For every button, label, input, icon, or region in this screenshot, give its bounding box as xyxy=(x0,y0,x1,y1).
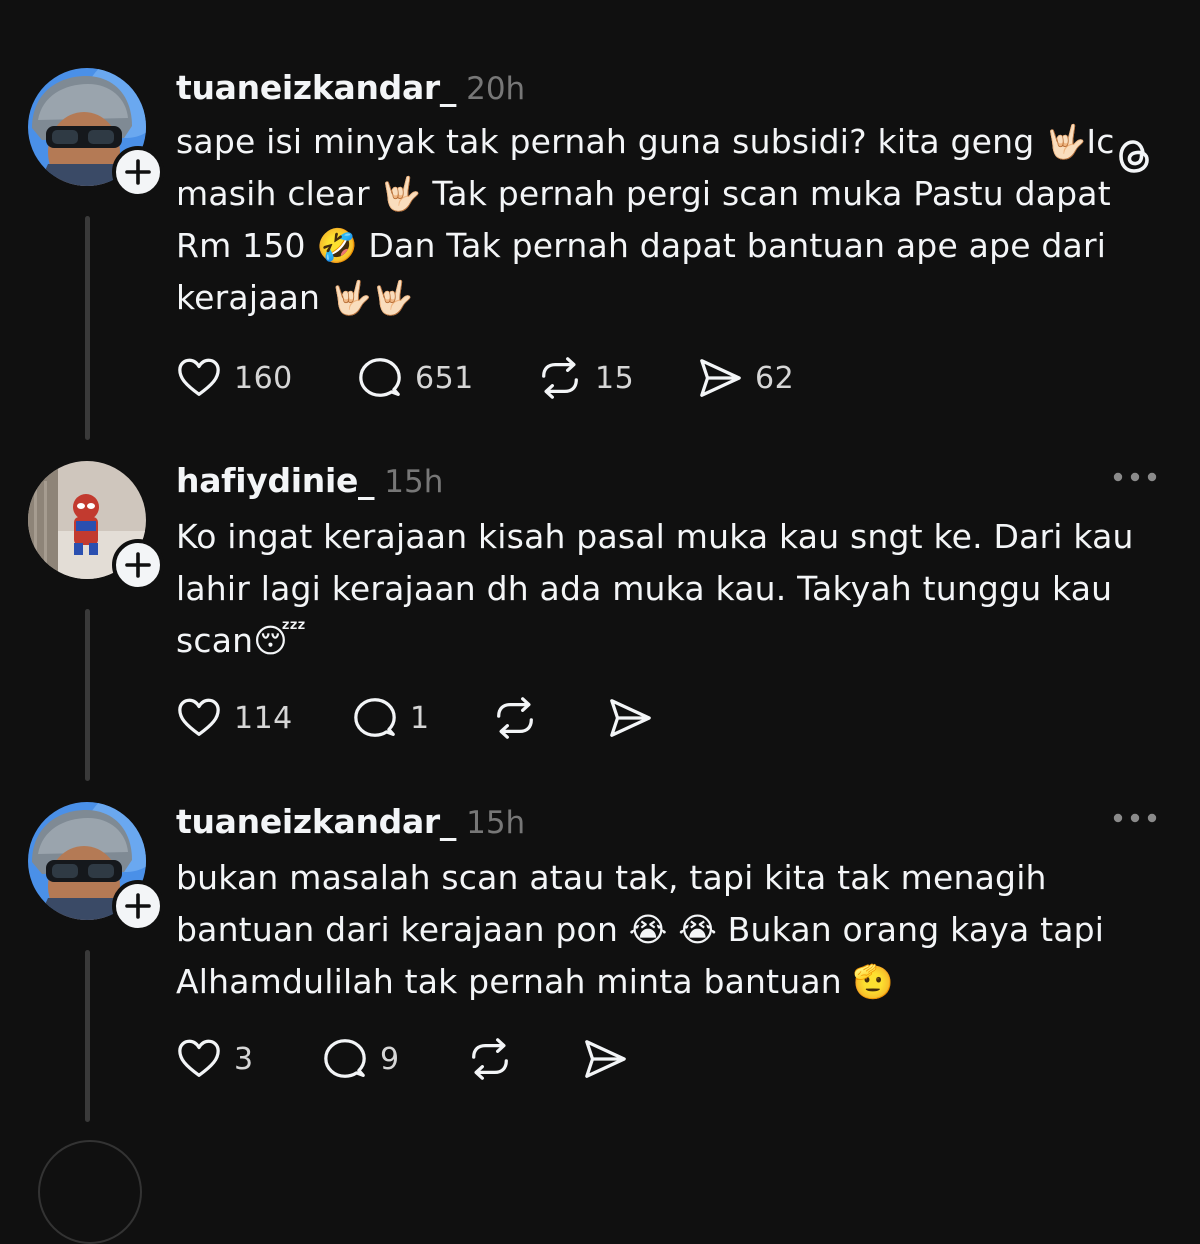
thread-connector-line xyxy=(85,609,90,781)
timestamp: 15h xyxy=(466,805,526,841)
repost-button[interactable]: 15 xyxy=(537,355,634,401)
follow-plus-button[interactable] xyxy=(112,539,164,591)
heart-icon xyxy=(176,695,222,741)
post-header: hafiydinie_ 15h xyxy=(176,461,443,501)
like-button[interactable]: 3 xyxy=(176,1036,254,1082)
post-header: tuaneizkandar_ 20h xyxy=(176,68,525,108)
repost-icon xyxy=(537,355,583,401)
share-count: 62 xyxy=(755,360,795,396)
username[interactable]: tuaneizkandar_ xyxy=(176,68,456,107)
share-button[interactable] xyxy=(582,1036,628,1082)
share-send-icon xyxy=(607,695,653,741)
more-options-icon[interactable] xyxy=(1112,812,1158,824)
plus-icon xyxy=(118,545,158,585)
thread-connector-line xyxy=(85,216,90,440)
reply-bubble-icon xyxy=(322,1036,368,1082)
reply-count: 9 xyxy=(380,1041,400,1077)
plus-icon xyxy=(118,886,158,926)
reply-count: 651 xyxy=(415,360,474,396)
heart-icon xyxy=(176,1036,222,1082)
avatar[interactable] xyxy=(28,68,164,198)
avatar[interactable] xyxy=(28,461,164,591)
reply-bubble-icon xyxy=(357,355,403,401)
more-options-icon[interactable] xyxy=(1112,471,1158,483)
reply-button[interactable]: 9 xyxy=(322,1036,400,1082)
reply-button[interactable]: 651 xyxy=(357,355,474,401)
share-send-icon xyxy=(697,355,743,401)
post-header: tuaneizkandar_ 15h xyxy=(176,802,525,842)
reply-button[interactable]: 1 xyxy=(352,695,430,741)
follow-plus-button[interactable] xyxy=(112,146,164,198)
like-button[interactable]: 160 xyxy=(176,355,293,401)
reply-bubble-icon xyxy=(352,695,398,741)
share-send-icon xyxy=(582,1036,628,1082)
post-text: Ko ingat kerajaan kisah pasal muka kau s… xyxy=(176,517,1134,660)
username[interactable]: hafiydinie_ xyxy=(176,461,375,500)
share-button[interactable] xyxy=(607,695,653,741)
share-button[interactable]: 62 xyxy=(697,355,794,401)
username[interactable]: tuaneizkandar_ xyxy=(176,802,456,841)
heart-icon xyxy=(176,355,222,401)
repost-button[interactable] xyxy=(492,695,538,741)
plus-icon xyxy=(118,152,158,192)
follow-plus-button[interactable] xyxy=(112,880,164,932)
thread-connector-line xyxy=(85,950,90,1122)
like-count: 3 xyxy=(234,1041,254,1077)
like-count: 114 xyxy=(234,700,293,736)
reply-count: 1 xyxy=(410,700,430,736)
timestamp: 20h xyxy=(466,71,526,107)
post-text: sape isi minyak tak pernah guna subsidi?… xyxy=(176,122,1115,317)
avatar[interactable] xyxy=(28,802,164,932)
repost-button[interactable] xyxy=(467,1036,513,1082)
next-reply-avatar[interactable] xyxy=(38,1140,142,1244)
repost-icon xyxy=(492,695,538,741)
like-button[interactable]: 114 xyxy=(176,695,293,741)
like-count: 160 xyxy=(234,360,293,396)
post-text: bukan masalah scan atau tak, tapi kita t… xyxy=(176,858,1105,1001)
repost-count: 15 xyxy=(595,360,635,396)
timestamp: 15h xyxy=(384,464,444,500)
repost-icon xyxy=(467,1036,513,1082)
